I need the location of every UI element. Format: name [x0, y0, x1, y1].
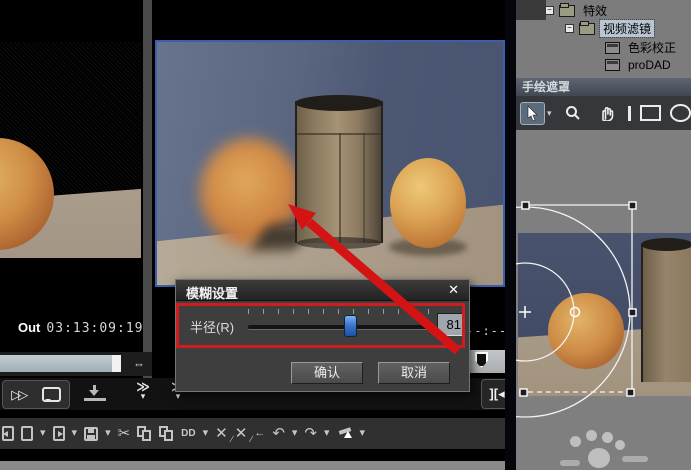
confirm-button[interactable]: 确认 — [291, 362, 363, 384]
playhead-marker[interactable] — [475, 352, 488, 368]
out-label: Out — [18, 320, 41, 335]
filter-icon — [605, 58, 620, 71]
fast-forward-icon[interactable]: ▷▷ — [11, 387, 28, 403]
dropdown-icon[interactable]: ▾ — [324, 428, 330, 439]
main-toolbar: ▾ ▾ ▾ ✂ DD ▾ ✕ ✕ ← ↶ ▾ ↷ ▾ ▾ — [0, 418, 511, 449]
copy-icon[interactable] — [137, 426, 152, 441]
expand-tools-icon[interactable]: ≫ ▾ — [133, 380, 153, 407]
fit-to-window-icon[interactable]: ⇔ — [128, 355, 150, 372]
cancel-button[interactable]: 取消 — [378, 362, 450, 384]
scrollbar-grip[interactable] — [112, 355, 121, 372]
comment-bubble-icon[interactable] — [41, 387, 61, 402]
dropdown-icon[interactable]: ▾ — [105, 428, 111, 439]
ripple-trim-icon[interactable]: ✕ — [215, 426, 232, 444]
separator — [0, 410, 511, 418]
dropdown-icon[interactable]: ▾ — [203, 428, 209, 439]
tree-item-color-correction[interactable]: 色彩校正 — [605, 39, 679, 56]
dropdown-icon[interactable]: ▾ — [360, 428, 366, 439]
mask-handles — [519, 201, 637, 397]
app-window: Out03:13:09:19 --:-- ⇔ ▷▷ ≫ ▾ ≫ ▾ ▾ ][◂ — [0, 0, 691, 470]
cardboard-cylinder — [295, 95, 383, 249]
playback-group: ▷▷ — [2, 380, 70, 409]
annotation-highlight — [176, 303, 465, 348]
mask-center-handle — [519, 306, 531, 318]
bottom-strip — [0, 449, 516, 461]
mask-panel: 手绘遮罩 ▾ — [516, 78, 691, 470]
out-timecode-row: Out 03:13:09:19 — [18, 320, 143, 336]
window-edge — [0, 461, 516, 470]
scrollbar-track[interactable]: ⇔ — [0, 352, 152, 376]
tree-item-video-filters[interactable]: − 视频滤镜 — [565, 19, 656, 38]
cut-icon[interactable]: ✂ — [118, 426, 131, 441]
tree-item-effects[interactable]: − 特效 — [545, 2, 610, 19]
dialog-title: 模糊设置 — [186, 286, 239, 301]
capture-icon[interactable] — [2, 426, 14, 441]
scrollbar-thumb[interactable] — [0, 355, 112, 372]
back-arrow-icon[interactable]: ← — [254, 428, 265, 439]
idle-timecode: --:-- — [466, 324, 508, 338]
set-in-point-icon[interactable] — [84, 385, 106, 401]
panel-gap — [505, 0, 516, 470]
mask-shape-overlay[interactable] — [516, 78, 691, 470]
collapse-icon[interactable]: − — [545, 6, 554, 15]
tree-item-prodad[interactable]: proDAD — [605, 56, 674, 73]
save-icon[interactable] — [84, 426, 99, 441]
paste-icon[interactable] — [159, 426, 174, 441]
redo-icon[interactable]: ↷ — [304, 426, 317, 441]
program-monitor — [155, 40, 505, 287]
folder-icon — [579, 20, 595, 35]
close-icon[interactable]: ✕ — [448, 282, 459, 298]
out-timecode: 03:13:09:19 — [46, 321, 144, 336]
effects-tree-panel: − 特效 − 视频滤镜 色彩校正 proDAD — [516, 0, 691, 78]
dropdown-icon[interactable]: ▾ — [40, 428, 46, 439]
open-project-icon[interactable] — [52, 426, 65, 441]
orange-fruit — [390, 158, 466, 248]
mask-radius-handle — [569, 306, 581, 318]
ripple-trim-icon-2[interactable]: ✕ — [235, 426, 252, 444]
razor-icon[interactable] — [337, 427, 353, 441]
monitor-divider — [143, 0, 152, 378]
dialog-titlebar[interactable]: 模糊设置 ✕ — [176, 280, 469, 301]
dropdown-icon[interactable]: ▾ — [72, 428, 78, 439]
new-sequence-icon[interactable] — [21, 426, 33, 441]
dropdown-icon[interactable]: ▾ — [292, 428, 298, 439]
filter-icon — [605, 41, 620, 54]
source-monitor — [0, 42, 141, 258]
collapse-icon[interactable]: − — [565, 24, 574, 33]
replace-clip-icon[interactable]: DD — [181, 428, 195, 439]
undo-icon[interactable]: ↶ — [272, 426, 285, 441]
folder-icon — [559, 2, 575, 17]
